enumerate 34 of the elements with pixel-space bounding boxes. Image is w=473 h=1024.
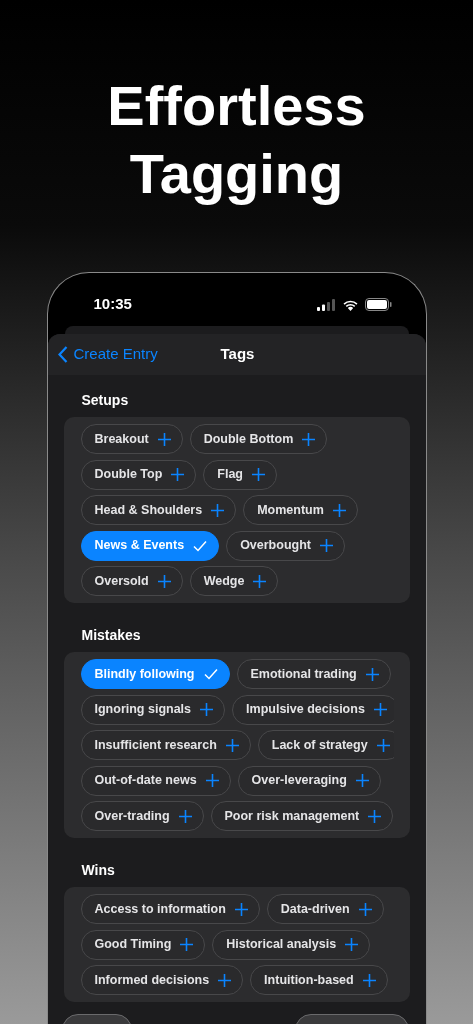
tag-chip[interactable]: Breakout	[80, 424, 183, 454]
headline: Tagging	[129, 141, 344, 207]
section-header: Wins	[80, 861, 116, 880]
nav-title: Tags	[220, 344, 255, 365]
section-header: Setups	[80, 391, 130, 410]
status-time: 10:35	[93, 294, 132, 315]
tag-chip[interactable]: Double Bottom	[189, 424, 328, 454]
tag-chip[interactable]: Poor risk management	[210, 801, 394, 831]
tag-chip[interactable]: Double Top	[80, 459, 197, 490]
section-header: Mistakes	[80, 626, 142, 645]
tag-chip[interactable]: Informed decisions	[80, 965, 244, 995]
tag-chip[interactable]: Access to information	[80, 894, 260, 924]
tag-chip[interactable]: Oversold	[80, 566, 183, 596]
tag-chip[interactable]: Intuition-based	[250, 965, 388, 995]
tag-chip[interactable]: Blindly following	[80, 659, 230, 689]
tag-chip[interactable]: Overbought	[226, 530, 345, 561]
tag-chip[interactable]: Lack of strategy	[257, 730, 394, 760]
headline: Effortless	[107, 73, 366, 139]
tag-chip[interactable]: News & Events	[80, 530, 220, 561]
tag-chip[interactable]: Good Timing	[80, 929, 206, 960]
tag-chip[interactable]: Insufficient research	[80, 730, 251, 760]
tag-chip[interactable]: Ignoring signals	[80, 694, 226, 725]
tag-chip[interactable]: Over-trading	[80, 801, 204, 831]
back-button[interactable]: Create Entry	[47, 343, 158, 366]
tag-chip[interactable]: Over-leveraging	[237, 765, 381, 796]
tag-chip[interactable]: Head & Shoulders	[80, 495, 237, 525]
tag-chip[interactable]: Out-of-date news	[80, 765, 231, 796]
tag-chip[interactable]: Impulsive decisions	[232, 694, 394, 725]
tag-chip[interactable]: Historical analysis	[212, 929, 371, 960]
tag-chip[interactable]: Emotional trading	[236, 659, 391, 689]
tag-chip[interactable]: Flag	[203, 459, 277, 490]
tag-chip[interactable]: Wedge	[189, 566, 279, 596]
tag-chip[interactable]: Momentum	[243, 495, 358, 525]
tag-chip[interactable]: Data-driven	[266, 894, 384, 924]
